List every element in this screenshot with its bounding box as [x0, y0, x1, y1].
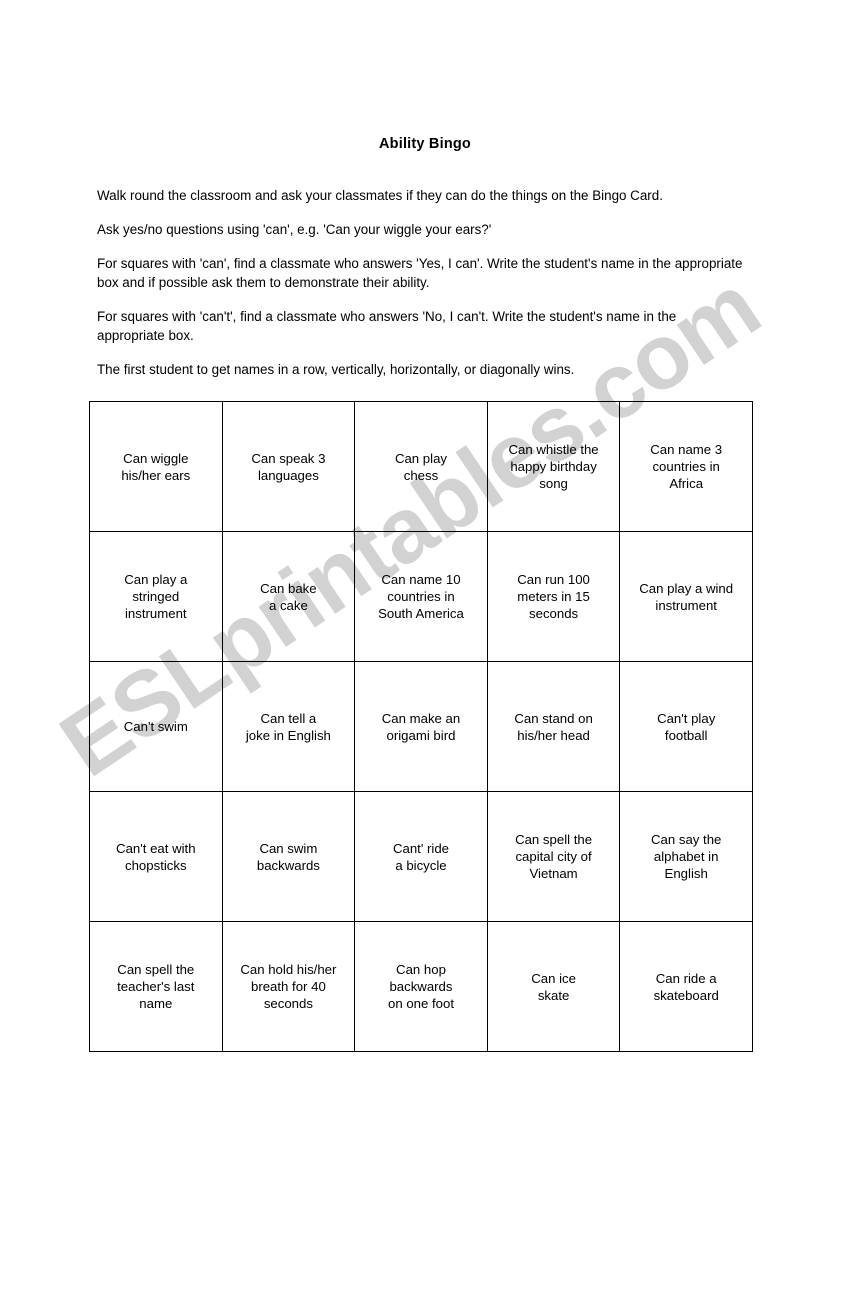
bingo-cell-line: Can make an	[381, 710, 461, 726]
page-title: Ability Bingo	[378, 136, 471, 152]
bingo-row: Can play a stringed instrument Can bake a ca…	[89, 531, 753, 662]
bingo-row: Can't eat with chopsticks Can swim backward…	[89, 791, 753, 922]
bingo-cell[interactable]: Can speak 3 languages	[221, 401, 356, 532]
instruction-paragraph-1: Walk round the classroom and ask your cl…	[97, 188, 663, 203]
bingo-card-grid: Can wiggle his/her ears Can speak 3 languag…	[89, 401, 753, 1052]
bingo-cell-line: English	[664, 866, 708, 881]
bingo-cell[interactable]: Can whistle the happy birthday song	[486, 401, 621, 532]
bingo-cell-line: Vietnam	[529, 866, 578, 881]
bingo-cell-line: instrument	[125, 606, 187, 621]
bingo-cell-line: languages	[257, 467, 319, 483]
bingo-cell-line: Can ride a	[655, 970, 717, 986]
bingo-row: Can wiggle his/her ears Can speak 3 languag…	[89, 401, 753, 532]
bingo-cell-line: Can swim	[259, 840, 318, 856]
bingo-cell-line: joke in English	[245, 727, 331, 743]
bingo-cell[interactable]: Can play a wind instrument	[619, 531, 753, 662]
bingo-cell[interactable]: Can play chess	[354, 401, 488, 532]
bingo-cell-line: a cake	[268, 597, 308, 613]
bingo-cell[interactable]: Cant' ride a bicycle	[354, 791, 488, 922]
bingo-cell-line: skateboard	[653, 987, 719, 1003]
bingo-cell-line: Can't eat with	[116, 840, 196, 856]
bingo-cell-line: seconds	[263, 996, 313, 1011]
bingo-grid-body: Can wiggle his/her ears Can speak 3 languag…	[89, 401, 753, 1052]
bingo-cell-line: his/her ears	[121, 467, 191, 483]
bingo-cell-line: breath for 40	[251, 979, 326, 994]
bingo-cell-line: song	[539, 476, 568, 491]
bingo-cell[interactable]: Can name 3 countries in Africa	[619, 401, 753, 532]
bingo-cell-line: skate	[537, 987, 570, 1003]
bingo-cell-line: backwards	[256, 857, 320, 873]
bingo-cell-line: Can run 100	[517, 572, 590, 587]
bingo-cell-line: Can't swim	[123, 719, 188, 734]
bingo-cell-line: Can bake	[260, 580, 317, 596]
bingo-row: Can't swim Can tell a joke in English Can m…	[89, 661, 753, 792]
bingo-cell-line: Can name 10	[381, 572, 461, 587]
bingo-cell-line: Can hold his/her	[240, 962, 337, 977]
bingo-cell[interactable]: Can spell the teacher's last name	[89, 921, 223, 1052]
bingo-cell-line: meters in 15	[517, 589, 590, 604]
bingo-cell[interactable]: Can't swim	[89, 661, 223, 792]
bingo-cell-line: alphabet in	[653, 849, 719, 864]
bingo-cell-line: name	[139, 996, 173, 1011]
bingo-cell-line: his/her head	[517, 727, 590, 743]
bingo-cell-line: Can wiggle	[123, 450, 189, 466]
bingo-cell[interactable]: Can't play football	[619, 661, 753, 792]
bingo-cell-line: on one foot	[387, 996, 454, 1011]
bingo-cell-line: seconds	[529, 606, 579, 621]
bingo-cell[interactable]: Can tell a joke in English	[221, 661, 356, 792]
instruction-paragraph-5: The first student to get names in a row,…	[97, 362, 575, 377]
bingo-cell-line: backwards	[389, 979, 453, 994]
bingo-cell[interactable]: Can spell the capital city of Vietnam	[486, 791, 621, 922]
bingo-cell-line: football	[664, 727, 708, 743]
bingo-cell[interactable]: Can wiggle his/her ears	[89, 401, 223, 532]
bingo-cell-line: stringed	[132, 589, 180, 604]
bingo-cell[interactable]: Can bake a cake	[221, 531, 356, 662]
bingo-cell[interactable]: Can swim backwards	[221, 791, 356, 922]
bingo-cell-line: Africa	[669, 476, 704, 491]
bingo-cell-line: chopsticks	[125, 857, 187, 873]
bingo-cell-line: capital city of	[515, 849, 592, 864]
bingo-row: Can spell the teacher's last name Can hold …	[89, 921, 753, 1052]
bingo-cell-line: Can spell the	[515, 832, 593, 847]
bingo-cell[interactable]: Can ice skate	[486, 921, 621, 1052]
bingo-cell-line: countries in	[387, 589, 455, 604]
bingo-cell-line: Cant' ride	[392, 840, 449, 856]
bingo-cell-line: Can speak 3	[251, 450, 326, 466]
bingo-cell-line: Can whistle the	[508, 442, 599, 457]
bingo-cell-line: Can hop	[396, 962, 446, 977]
bingo-cell[interactable]: Can't eat with chopsticks	[89, 791, 223, 922]
bingo-cell[interactable]: Can hold his/her breath for 40 seconds	[221, 921, 356, 1052]
bingo-cell-line: countries in	[652, 459, 720, 474]
bingo-cell-line: chess	[403, 467, 439, 483]
bingo-cell-line: origami bird	[386, 727, 456, 743]
bingo-cell[interactable]: Can say the alphabet in English	[619, 791, 753, 922]
worksheet-page: Ability Bingo Walk round the classroom a…	[0, 0, 850, 1300]
instruction-paragraph-2: Ask yes/no questions using 'can', e.g. '…	[97, 222, 492, 237]
bingo-cell-line: instrument	[655, 597, 717, 613]
bingo-cell-line: Can say the	[651, 832, 722, 847]
bingo-cell-line: Can stand on	[514, 710, 593, 726]
bingo-cell[interactable]: Can make an origami bird	[354, 661, 488, 792]
bingo-cell-line: happy birthday	[510, 459, 597, 474]
bingo-cell-line: Can play a wind	[639, 580, 734, 596]
bingo-cell[interactable]: Can name 10 countries in South America	[354, 531, 488, 662]
bingo-cell-line: Can play	[394, 450, 448, 466]
bingo-cell[interactable]: Can hop backwards on one foot	[354, 921, 488, 1052]
bingo-cell[interactable]: Can play a stringed instrument	[89, 531, 223, 662]
bingo-cell-line: South America	[378, 606, 464, 621]
bingo-cell[interactable]: Can stand on his/her head	[486, 661, 621, 792]
bingo-cell[interactable]: Can ride a skateboard	[619, 921, 753, 1052]
bingo-cell-line: Can play a	[124, 572, 188, 587]
instruction-paragraph-4: For squares with 'can't', find a classma…	[97, 309, 677, 343]
instructions-block: Walk round the classroom and ask your cl…	[97, 186, 745, 379]
instruction-paragraph-3: For squares with 'can', find a classmate…	[97, 256, 743, 290]
bingo-cell-line: Can name 3	[650, 442, 723, 457]
bingo-cell-line: a bicycle	[395, 857, 447, 873]
bingo-cell-line: Can spell the	[117, 962, 195, 977]
bingo-cell-line: Can tell a	[260, 710, 317, 726]
bingo-cell-line: teacher's last	[117, 979, 195, 994]
bingo-cell-line: Can ice	[531, 970, 576, 986]
bingo-cell[interactable]: Can run 100 meters in 15 seconds	[486, 531, 621, 662]
bingo-cell-line: Can't play	[657, 710, 716, 726]
